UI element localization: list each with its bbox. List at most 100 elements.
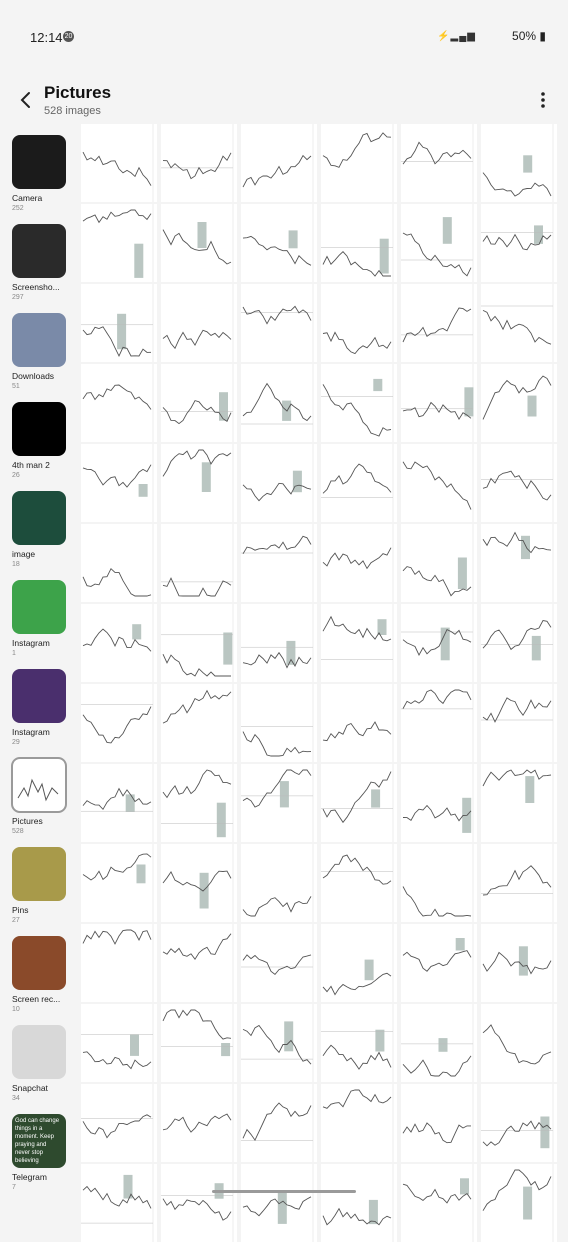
album-item[interactable]: 4th man 2 26: [12, 402, 78, 479]
image-thumbnail[interactable]: [321, 924, 397, 1002]
image-thumbnail[interactable]: [481, 1084, 557, 1162]
image-thumbnail[interactable]: [81, 924, 157, 1002]
image-thumbnail[interactable]: [161, 764, 237, 842]
image-thumbnail[interactable]: [81, 764, 157, 842]
image-thumbnail[interactable]: [81, 364, 157, 442]
album-name: Telegram: [12, 1172, 47, 1182]
image-thumbnail[interactable]: [161, 524, 237, 602]
image-thumbnail[interactable]: [241, 604, 317, 682]
image-thumbnail[interactable]: [161, 924, 237, 1002]
album-item[interactable]: Instagram 1: [12, 580, 78, 657]
image-thumbnail[interactable]: [161, 844, 237, 922]
image-thumbnail[interactable]: [481, 364, 557, 442]
album-item[interactable]: image 18: [12, 491, 78, 568]
image-thumbnail[interactable]: [81, 604, 157, 682]
image-thumbnail[interactable]: [161, 684, 237, 762]
image-thumbnail[interactable]: [401, 284, 477, 362]
image-thumbnail[interactable]: [241, 764, 317, 842]
image-thumbnail[interactable]: [241, 284, 317, 362]
image-thumbnail[interactable]: [401, 684, 477, 762]
image-thumbnail[interactable]: [401, 364, 477, 442]
image-thumbnail[interactable]: [401, 124, 477, 202]
image-thumbnail[interactable]: [161, 1004, 237, 1082]
image-thumbnail[interactable]: [81, 524, 157, 602]
image-thumbnail[interactable]: [401, 1004, 477, 1082]
album-item[interactable]: God can change things in a moment. Keep …: [12, 1114, 78, 1191]
image-thumbnail[interactable]: [481, 684, 557, 762]
image-thumbnail[interactable]: [481, 604, 557, 682]
image-thumbnail[interactable]: [481, 444, 557, 522]
image-thumbnail[interactable]: [321, 684, 397, 762]
image-thumbnail[interactable]: [241, 1084, 317, 1162]
image-thumbnail[interactable]: [401, 924, 477, 1002]
album-item[interactable]: Pins 27: [12, 847, 78, 924]
image-thumbnail[interactable]: [81, 284, 157, 362]
image-thumbnail[interactable]: [81, 1084, 157, 1162]
image-thumbnail[interactable]: [321, 524, 397, 602]
scroll-indicator[interactable]: [212, 1190, 356, 1193]
image-thumbnail[interactable]: [81, 444, 157, 522]
album-item[interactable]: Instagram 29: [12, 669, 78, 746]
image-thumbnail[interactable]: [241, 684, 317, 762]
image-thumbnail[interactable]: [241, 204, 317, 282]
image-thumbnail[interactable]: [321, 844, 397, 922]
image-thumbnail[interactable]: [481, 204, 557, 282]
back-button[interactable]: [14, 88, 38, 112]
image-thumbnail[interactable]: [81, 1164, 157, 1242]
image-thumbnail[interactable]: [241, 1004, 317, 1082]
image-thumbnail[interactable]: [321, 204, 397, 282]
image-thumbnail[interactable]: [321, 364, 397, 442]
image-thumbnail[interactable]: [241, 364, 317, 442]
image-thumbnail[interactable]: [401, 1084, 477, 1162]
image-thumbnail[interactable]: [401, 1164, 477, 1242]
image-thumbnail[interactable]: [81, 1004, 157, 1082]
album-item[interactable]: Screen rec... 10: [12, 936, 78, 1013]
image-thumbnail[interactable]: [161, 204, 237, 282]
album-item[interactable]: Camera 252: [12, 135, 78, 212]
image-thumbnail[interactable]: [321, 1084, 397, 1162]
image-thumbnail[interactable]: [481, 124, 557, 202]
image-thumbnail[interactable]: [321, 124, 397, 202]
image-thumbnail[interactable]: [241, 444, 317, 522]
image-thumbnail[interactable]: [321, 1164, 397, 1242]
image-thumbnail[interactable]: [481, 844, 557, 922]
image-thumbnail[interactable]: [401, 604, 477, 682]
image-thumbnail[interactable]: [321, 1004, 397, 1082]
image-thumbnail[interactable]: [81, 684, 157, 762]
image-thumbnail[interactable]: [481, 524, 557, 602]
image-thumbnail[interactable]: [81, 844, 157, 922]
image-thumbnail[interactable]: [81, 124, 157, 202]
image-thumbnail[interactable]: [481, 284, 557, 362]
more-options-button[interactable]: [536, 88, 550, 112]
image-thumbnail[interactable]: [161, 604, 237, 682]
image-thumbnail[interactable]: [321, 604, 397, 682]
image-thumbnail[interactable]: [481, 1004, 557, 1082]
image-thumbnail[interactable]: [401, 844, 477, 922]
image-thumbnail[interactable]: [241, 924, 317, 1002]
album-item[interactable]: Snapchat 34: [12, 1025, 78, 1102]
image-thumbnail[interactable]: [481, 1164, 557, 1242]
image-thumbnail[interactable]: [161, 444, 237, 522]
image-thumbnail[interactable]: [401, 204, 477, 282]
image-thumbnail[interactable]: [481, 764, 557, 842]
image-thumbnail[interactable]: [481, 924, 557, 1002]
image-thumbnail[interactable]: [161, 364, 237, 442]
image-thumbnail[interactable]: [161, 1084, 237, 1162]
image-thumbnail[interactable]: [241, 124, 317, 202]
image-thumbnail[interactable]: [401, 444, 477, 522]
image-thumbnail[interactable]: [161, 284, 237, 362]
image-thumbnail[interactable]: [401, 524, 477, 602]
image-thumbnail[interactable]: [321, 764, 397, 842]
image-thumbnail[interactable]: [241, 524, 317, 602]
image-thumbnail[interactable]: [241, 1164, 317, 1242]
album-item[interactable]: Downloads 51: [12, 313, 78, 390]
image-thumbnail[interactable]: [321, 284, 397, 362]
image-thumbnail[interactable]: [161, 124, 237, 202]
image-thumbnail[interactable]: [401, 764, 477, 842]
image-thumbnail[interactable]: [161, 1164, 237, 1242]
image-thumbnail[interactable]: [321, 444, 397, 522]
image-thumbnail[interactable]: [81, 204, 157, 282]
album-item[interactable]: Screensho... 297: [12, 224, 78, 301]
image-thumbnail[interactable]: [241, 844, 317, 922]
album-item[interactable]: Pictures 528: [11, 757, 78, 835]
